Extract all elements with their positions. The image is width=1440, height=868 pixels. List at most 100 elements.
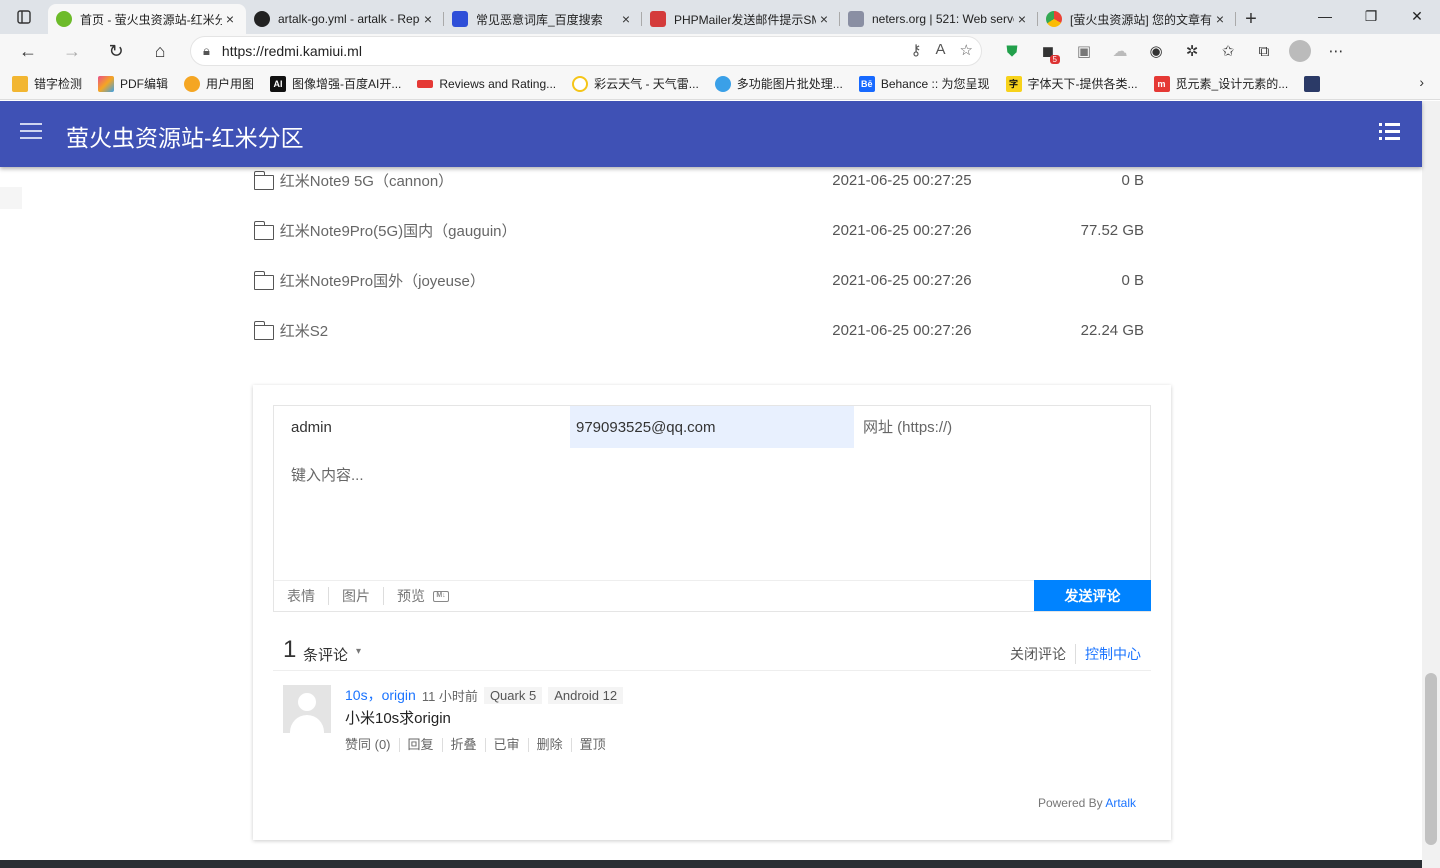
tab-baidu-search[interactable]: 常见恶意词库_百度搜索 × — [444, 4, 642, 34]
favorite-star-icon[interactable]: ☆ — [960, 41, 973, 59]
comment-card: 表情 图片 预览 M↓ 发送评论 1 条评论 ▾ 关闭评论 控制中心 10s，or… — [253, 385, 1171, 840]
forward-button[interactable]: → — [50, 34, 94, 68]
bookmark-item[interactable]: 多功能图片批处理... — [714, 75, 843, 92]
settings-more-button[interactable]: ⋯ — [1318, 34, 1354, 68]
bookmark-item[interactable]: 用户用图 — [184, 75, 254, 92]
shield-icon: ⛊ — [1006, 42, 1018, 60]
approved-button[interactable]: 已审 — [486, 738, 529, 752]
cloud-extension-button[interactable]: ☁ — [1102, 34, 1138, 68]
restore-button[interactable]: ❐ — [1348, 0, 1394, 32]
window-controls: — ❐ ✕ — [1302, 0, 1440, 32]
plus-icon: + — [1245, 7, 1257, 30]
minimize-button[interactable]: — — [1302, 0, 1348, 32]
side-tab[interactable] — [0, 187, 22, 209]
bookmark-item[interactable]: AI 图像增强-百度AI开... — [270, 75, 401, 92]
bookmark-item[interactable]: m 觅元素_设计元素的... — [1153, 75, 1288, 92]
profile-button[interactable] — [1282, 34, 1318, 68]
comment-content-textarea[interactable] — [274, 454, 1150, 564]
tab-actions-button[interactable] — [0, 0, 48, 34]
pin-button[interactable]: 置顶 — [572, 738, 614, 752]
tab-close-icon[interactable]: × — [222, 11, 238, 27]
email-input[interactable] — [570, 406, 854, 448]
website-input[interactable] — [854, 406, 1150, 448]
comment-list-header: 1 条评论 ▾ 关闭评论 控制中心 — [283, 636, 1151, 670]
extension-button[interactable]: ◼ 5 — [1030, 34, 1066, 68]
emoticons-button[interactable]: 表情 — [274, 587, 329, 605]
user-agent-os-badge: Android 12 — [548, 686, 624, 704]
close-comments-button[interactable]: 关闭评论 — [1001, 644, 1076, 664]
tab-close-icon[interactable]: × — [816, 11, 832, 27]
reply-button[interactable]: 回复 — [400, 738, 443, 752]
sort-dropdown-caret-icon[interactable]: ▾ — [356, 646, 361, 657]
comment-editor: 表情 图片 预览 M↓ 发送评论 — [273, 405, 1151, 612]
tab-new-comment-mail[interactable]: [萤火虫资源站] 您的文章有新评论 × — [1038, 4, 1236, 34]
delete-button[interactable]: 删除 — [529, 738, 572, 752]
new-tab-button[interactable]: + — [1236, 4, 1266, 34]
csdn-favicon-icon — [650, 11, 666, 27]
preview-button[interactable]: 预览 M↓ — [384, 587, 462, 605]
tab-artalk-yml[interactable]: artalk-go.yml - artalk - Repository × — [246, 4, 444, 34]
vote-up-button[interactable]: 赞同 (0) — [345, 738, 400, 752]
file-row[interactable]: 红米Note9Pro国外（joyeuse） 2021-06-25 00:27:2… — [253, 265, 1144, 295]
bookmark-item[interactable]: PDF编辑 — [98, 75, 168, 92]
tab-close-icon[interactable]: × — [618, 11, 634, 27]
tab-title: 首页 - 萤火虫资源站-红米分区 — [80, 12, 222, 27]
file-row[interactable]: 红米Note9 5G（cannon） 2021-06-25 00:27:25 0… — [253, 165, 1144, 195]
back-button[interactable]: ← — [6, 34, 50, 68]
url-input[interactable]: 🔒︎ https://redmi.kamiui.ml ⚷ A ☆ — [190, 36, 982, 66]
favorites-button[interactable]: ✩ — [1210, 34, 1246, 68]
comment-author-link[interactable]: 10s，origin — [345, 685, 416, 705]
send-comment-button[interactable]: 发送评论 — [1034, 580, 1151, 611]
bookmark-item[interactable]: Reviews and Rating... — [417, 77, 556, 91]
tab-close-icon[interactable]: × — [420, 11, 436, 27]
tab-close-icon[interactable]: × — [1212, 11, 1228, 27]
bottom-strip — [0, 860, 1422, 868]
vpn-extension-button[interactable]: ◉ — [1138, 34, 1174, 68]
read-aloud-icon[interactable]: A — [936, 41, 946, 59]
tab-neters[interactable]: neters.org | 521: Web server is down × — [840, 4, 1038, 34]
nickname-input[interactable] — [274, 406, 570, 448]
tab-title: neters.org | 521: Web server is down — [872, 12, 1014, 26]
hamburger-menu-icon[interactable] — [20, 123, 42, 144]
list-header-actions: 关闭评论 控制中心 — [1001, 644, 1141, 664]
artalk-link[interactable]: Artalk — [1105, 796, 1136, 810]
file-date: 2021-06-25 00:27:26 — [832, 221, 972, 239]
file-date: 2021-06-25 00:27:26 — [832, 321, 972, 339]
close-window-button[interactable]: ✕ — [1394, 0, 1440, 32]
tab-close-icon[interactable]: × — [1014, 11, 1030, 27]
home-button[interactable]: ⌂ — [138, 34, 182, 68]
preview-label: 预览 — [397, 588, 425, 604]
collections-button[interactable]: ⧉ — [1246, 34, 1282, 68]
bookmark-item[interactable]: 字字体天下-提供各类... — [1005, 75, 1138, 92]
bookmarks-overflow-chevron-icon[interactable]: › — [1419, 74, 1424, 90]
bookmark-item[interactable]: 错字检测 — [12, 75, 82, 92]
page-scrollbar[interactable] — [1422, 101, 1440, 868]
collections-icon: ⧉ — [1258, 42, 1270, 60]
image-upload-button[interactable]: 图片 — [329, 587, 384, 605]
scrollbar-thumb[interactable] — [1425, 673, 1437, 845]
comment-count-label: 条评论 — [303, 647, 349, 664]
bookmark-item[interactable]: Bē Behance :: 为您呈现 — [858, 75, 990, 92]
file-size: 0 B — [1121, 171, 1144, 189]
extensions-menu-button[interactable]: ✲ — [1174, 34, 1210, 68]
tab-home[interactable]: 首页 - 萤火虫资源站-红米分区 × — [48, 4, 246, 34]
font-icon: 字 — [1005, 75, 1022, 92]
file-row[interactable]: 红米S2 2021-06-25 00:27:26 22.24 GB — [253, 315, 1144, 345]
file-row[interactable]: 红米Note9Pro(5G)国内（gauguin） 2021-06-25 00:… — [253, 215, 1144, 245]
translate-extension-button[interactable]: ▣ — [1066, 34, 1102, 68]
arrow-right-icon: → — [63, 40, 81, 61]
control-center-link[interactable]: 控制中心 — [1076, 644, 1141, 664]
collapse-button[interactable]: 折叠 — [443, 738, 486, 752]
comment-content: 小米10s求origin — [345, 710, 451, 727]
refresh-button[interactable]: ↻ — [94, 34, 138, 68]
page-favicon-icon — [848, 11, 864, 27]
ai-icon: AI — [270, 75, 287, 92]
list-view-icon[interactable] — [1379, 123, 1400, 144]
bookmark-item[interactable]: 彩云天气 - 天气雷... — [572, 75, 699, 92]
cloud-icon: ☁ — [1112, 43, 1128, 60]
bookmark-item[interactable] — [1304, 75, 1326, 92]
folder-icon — [12, 75, 28, 92]
tab-phpmailer[interactable]: PHPMailer发送邮件提示SMTP × — [642, 4, 840, 34]
key-icon[interactable]: ⚷ — [911, 41, 922, 59]
shield-extension-button[interactable]: ⛊ — [994, 34, 1030, 68]
